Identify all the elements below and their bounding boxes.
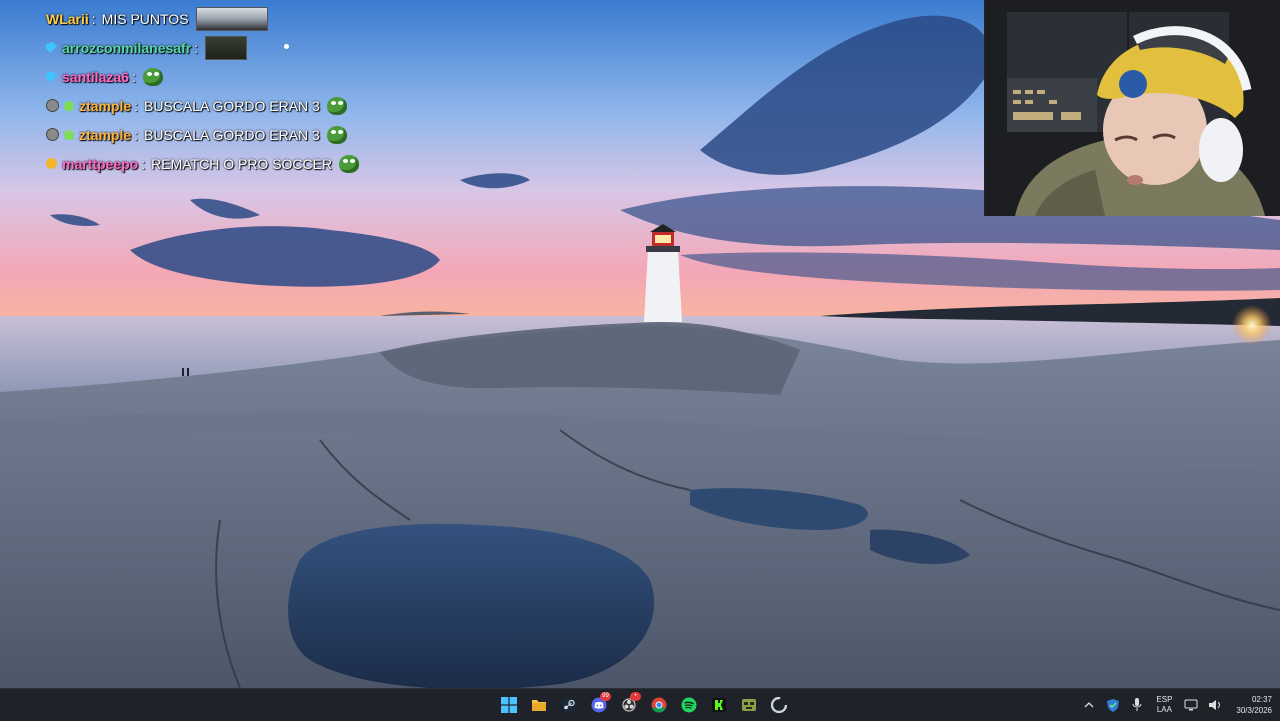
alien-badge-icon: [64, 100, 74, 111]
start-icon: [501, 697, 517, 713]
keyboard-layout-code: LAA: [1156, 705, 1172, 714]
input-language[interactable]: ESP LAA: [1152, 695, 1176, 715]
microphone-icon[interactable]: [1128, 696, 1146, 714]
taskbar: 99 • ESP LAA 02:37 30/3/2026: [0, 688, 1280, 721]
language-code: ESP: [1156, 695, 1173, 704]
steam-taskbar-button[interactable]: [556, 691, 582, 719]
gold-badge-icon: [46, 158, 57, 169]
kick-taskbar-button[interactable]: [706, 691, 732, 719]
network-icon[interactable]: [1182, 696, 1200, 714]
stream-chat-overlay: WLarii: MIS PUNTOS arrozconmilanesafr: sant…: [46, 4, 406, 178]
chrome-icon: [651, 697, 667, 713]
chat-separator: :: [131, 68, 136, 85]
file-explorer-taskbar-button[interactable]: [526, 691, 552, 719]
volume-icon[interactable]: [1206, 696, 1224, 714]
chat-username[interactable]: ztample: [79, 98, 131, 114]
chat-emote: [195, 6, 268, 31]
alien-badge-icon: [64, 129, 74, 140]
chat-emote: [142, 67, 163, 86]
notification-badge: •: [630, 692, 641, 701]
chat-message: ztample: BUSCALA GORDO ERAN 3: [46, 120, 406, 149]
chat-text: MIS PUNTOS: [101, 10, 189, 27]
chat-message: marttpeepo: REMATCH O PRO SOCCER: [46, 149, 406, 178]
chat-separator: :: [91, 10, 96, 27]
taskbar-apps: 99 •: [496, 691, 792, 719]
chat-message: ztample: BUSCALA GORDO ERAN 3: [46, 91, 406, 120]
chat-username[interactable]: WLarii: [46, 11, 89, 27]
chat-message: arrozconmilanesafr:: [46, 33, 406, 62]
ccleaner-taskbar-button[interactable]: [766, 691, 792, 719]
blue-badge-icon: [46, 71, 57, 82]
clock-date: 30/3/2026: [1236, 706, 1272, 715]
game-taskbar-button[interactable]: [736, 691, 762, 719]
notification-badge: 99: [600, 692, 611, 701]
spotify-icon: [681, 697, 697, 713]
chat-username[interactable]: arrozconmilanesafr: [62, 40, 191, 56]
chat-text: BUSCALA GORDO ERAN 3: [144, 97, 320, 114]
chat-message: WLarii: MIS PUNTOS: [46, 4, 406, 33]
defender-shield-icon[interactable]: [1104, 696, 1122, 714]
chrome-taskbar-button[interactable]: [646, 691, 672, 719]
chat-emote: [326, 125, 347, 144]
chat-separator: :: [134, 97, 139, 114]
clock[interactable]: 02:37 30/3/2026: [1236, 694, 1272, 716]
grey-badge-icon: [46, 99, 59, 112]
chat-separator: :: [141, 155, 146, 172]
chat-emote: [326, 96, 347, 115]
start-taskbar-button[interactable]: [496, 691, 522, 719]
ccleaner-icon: [771, 697, 787, 713]
steam-icon: [561, 697, 577, 713]
system-tray: ESP LAA 02:37 30/3/2026: [1080, 689, 1272, 721]
webcam-overlay: [984, 0, 1280, 216]
grey-badge-icon: [46, 128, 59, 141]
discord-taskbar-button[interactable]: 99: [586, 691, 612, 719]
chat-text: BUSCALA GORDO ERAN 3: [144, 126, 320, 143]
chat-username[interactable]: santilaza6: [62, 69, 129, 85]
blue-badge-icon: [46, 42, 57, 53]
file-explorer-icon: [531, 697, 547, 713]
chat-username[interactable]: ztample: [79, 127, 131, 143]
kick-icon: [711, 697, 727, 713]
obs-taskbar-button[interactable]: •: [616, 691, 642, 719]
chat-username[interactable]: marttpeepo: [62, 156, 138, 172]
chat-text: REMATCH O PRO SOCCER: [151, 155, 333, 172]
chat-separator: :: [134, 126, 139, 143]
chat-separator: :: [194, 39, 199, 56]
clock-time: 02:37: [1251, 695, 1272, 704]
show-hidden-icons-chevron-icon[interactable]: [1080, 696, 1098, 714]
chat-emote: [339, 154, 360, 173]
chat-emote: [205, 35, 248, 60]
chat-message: santilaza6:: [46, 62, 406, 91]
game-icon: [741, 697, 757, 713]
spotify-taskbar-button[interactable]: [676, 691, 702, 719]
